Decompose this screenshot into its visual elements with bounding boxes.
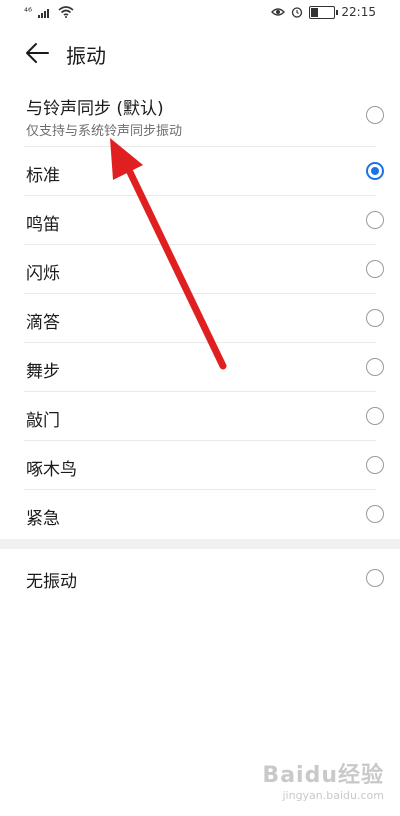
radio-button[interactable]	[366, 505, 384, 523]
option-subtitle: 仅支持与系统铃声同步振动	[26, 124, 183, 139]
option-tick[interactable]: 滴答	[0, 294, 400, 343]
option-no-vibration[interactable]: 无振动	[0, 549, 400, 605]
option-label: 与铃声同步 (默认)	[26, 99, 164, 119]
eye-icon	[271, 8, 286, 16]
radio-button[interactable]	[366, 106, 384, 124]
signal-icon	[38, 9, 50, 18]
option-sync-with-ringtone[interactable]: 与铃声同步 (默认) 仅支持与系统铃声同步振动	[0, 86, 400, 147]
option-label: 闪烁	[26, 264, 60, 284]
radio-button[interactable]	[366, 456, 384, 474]
watermark: Baidu经验 jingyan.baidu.com	[262, 757, 384, 802]
watermark-url: jingyan.baidu.com	[282, 789, 384, 802]
status-left: ⁴⁶	[24, 6, 74, 18]
option-urgent[interactable]: 紧急	[0, 490, 400, 539]
radio-button[interactable]	[366, 211, 384, 229]
vibration-options-list: 与铃声同步 (默认) 仅支持与系统铃声同步振动 标准 鸣笛 闪烁 滴答 舞步 敲…	[0, 86, 400, 605]
radio-button-selected[interactable]	[366, 162, 384, 180]
option-label: 无振动	[26, 572, 77, 592]
app-header: 振动	[0, 28, 400, 80]
wifi-icon	[58, 6, 74, 18]
watermark-logo: Baidu经验	[262, 763, 384, 788]
alarm-icon	[292, 7, 303, 18]
network-type: ⁴⁶	[24, 6, 33, 18]
radio-button[interactable]	[366, 309, 384, 327]
option-flash[interactable]: 闪烁	[0, 245, 400, 294]
status-bar: ⁴⁶ 22:15	[0, 0, 400, 28]
battery-icon	[309, 5, 339, 19]
option-label: 舞步	[26, 362, 60, 382]
status-right: 22:15	[271, 5, 376, 19]
back-arrow-icon[interactable]	[24, 40, 50, 66]
option-label: 紧急	[26, 509, 60, 529]
option-label: 标准	[26, 166, 60, 186]
radio-button[interactable]	[366, 358, 384, 376]
option-knock[interactable]: 敲门	[0, 392, 400, 441]
status-time: 22:15	[341, 5, 376, 19]
option-label: 啄木鸟	[26, 460, 77, 480]
option-whistle[interactable]: 鸣笛	[0, 196, 400, 245]
radio-button[interactable]	[366, 569, 384, 587]
page-title: 振动	[66, 44, 106, 68]
battery-fill	[311, 7, 319, 17]
section-separator	[0, 539, 400, 549]
option-woodpecker[interactable]: 啄木鸟	[0, 441, 400, 490]
option-standard[interactable]: 标准	[0, 147, 400, 196]
option-dance[interactable]: 舞步	[0, 343, 400, 392]
option-label: 鸣笛	[26, 215, 60, 235]
radio-button[interactable]	[366, 407, 384, 425]
option-label: 滴答	[26, 313, 60, 333]
radio-button[interactable]	[366, 260, 384, 278]
option-label: 敲门	[26, 411, 60, 431]
